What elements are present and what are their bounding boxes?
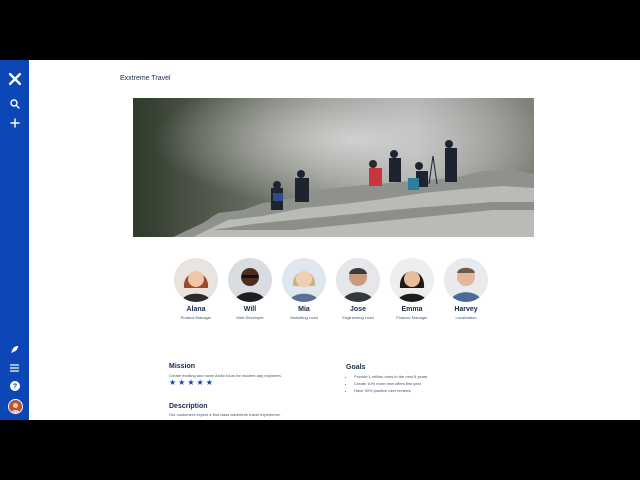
member-name: Harvey bbox=[454, 306, 478, 313]
menu-icon[interactable] bbox=[4, 359, 25, 377]
team-member-jose[interactable]: Jose Engineering Lead bbox=[330, 258, 386, 320]
member-name: Alana bbox=[186, 306, 206, 313]
member-name: Mia bbox=[298, 306, 310, 313]
avatar bbox=[282, 258, 326, 302]
member-name: Will bbox=[243, 306, 257, 313]
list-item: Provide 1 million tours in the next 5 ye… bbox=[354, 374, 427, 379]
member-role: Finance Manager bbox=[396, 315, 428, 320]
mission-text: Create exciting and novel Arctic tours f… bbox=[169, 373, 282, 378]
rocket-icon[interactable] bbox=[4, 340, 25, 358]
team-member-mia[interactable]: Mia Marketing Lead bbox=[276, 258, 332, 320]
star-icon: ★ bbox=[205, 378, 213, 387]
member-role: Marketing Lead bbox=[290, 315, 318, 320]
global-sidebar: ? bbox=[0, 60, 29, 420]
avatar bbox=[174, 258, 218, 302]
plus-icon[interactable] bbox=[4, 114, 25, 132]
app-window: ? Exxtreme Travel Alana Product Manager … bbox=[0, 60, 640, 420]
search-icon[interactable] bbox=[4, 95, 25, 113]
list-item: Create 10% more new offers this year bbox=[354, 381, 427, 386]
team-members: Alana Product Manager Will Web Developer… bbox=[168, 258, 498, 328]
member-name: Jose bbox=[350, 306, 366, 313]
star-icon: ★ bbox=[196, 378, 204, 387]
avatar bbox=[336, 258, 380, 302]
list-item: Have 90% positive user reviews bbox=[354, 388, 427, 393]
team-member-harvey[interactable]: Harvey Localization bbox=[438, 258, 494, 320]
star-icon: ★ bbox=[187, 378, 195, 387]
goals-heading: Goals bbox=[346, 364, 366, 371]
mission-rating: ★ ★ ★ ★ ★ bbox=[169, 379, 213, 387]
member-role: Localization bbox=[455, 315, 477, 320]
member-role: Web Developer bbox=[236, 315, 264, 320]
team-member-emma[interactable]: Emma Finance Manager bbox=[384, 258, 440, 320]
team-member-will[interactable]: Will Web Developer bbox=[222, 258, 278, 320]
member-role: Engineering Lead bbox=[342, 315, 374, 320]
hero-image bbox=[133, 98, 534, 237]
avatar bbox=[390, 258, 434, 302]
help-icon[interactable]: ? bbox=[4, 377, 25, 395]
user-avatar[interactable] bbox=[8, 399, 23, 414]
description-text: Our customers expect a first class adven… bbox=[169, 412, 281, 417]
team-member-alana[interactable]: Alana Product Manager bbox=[168, 258, 224, 320]
page-title: Exxtreme Travel bbox=[120, 75, 171, 82]
mission-heading: Mission bbox=[169, 363, 196, 370]
member-name: Emma bbox=[401, 306, 423, 313]
avatar bbox=[444, 258, 488, 302]
star-icon: ★ bbox=[178, 378, 186, 387]
app-logo-icon[interactable] bbox=[4, 70, 25, 88]
member-role: Product Manager bbox=[180, 315, 212, 320]
star-icon: ★ bbox=[169, 378, 177, 387]
avatar bbox=[228, 258, 272, 302]
description-heading: Description bbox=[169, 403, 208, 410]
svg-text:?: ? bbox=[12, 384, 16, 391]
goals-list: Provide 1 million tours in the next 5 ye… bbox=[346, 374, 427, 395]
